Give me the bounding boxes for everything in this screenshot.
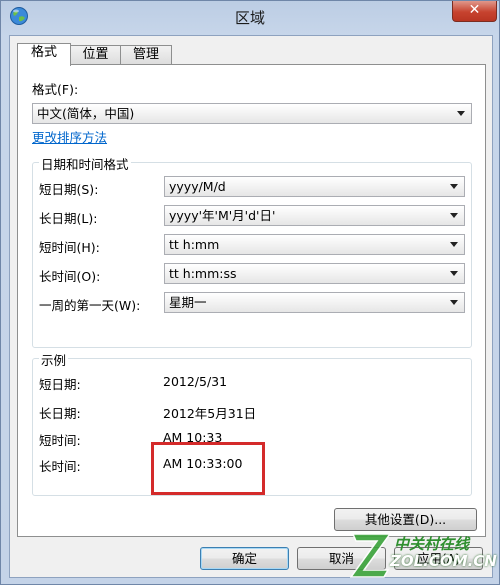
tab-administrative[interactable]: 管理 [120, 45, 172, 65]
chevron-down-icon [450, 242, 458, 247]
change-sort-link[interactable]: 更改排序方法 [32, 127, 107, 146]
format-label: 格式(F): [32, 82, 79, 97]
short-time-value: tt h:mm [169, 237, 220, 252]
example-short-date-label: 短日期: [39, 377, 81, 392]
dialog-client: 格式 位置 管理 格式(F): 中文(简体，中国) 更改排序方法 日期和时间格式… [9, 35, 493, 578]
zol-watermark: 中关村在线 ZOL.COM.CN [350, 528, 500, 585]
format-tab-panel: 格式(F): 中文(简体，中国) 更改排序方法 日期和时间格式 短日期(S): … [17, 64, 486, 537]
long-date-value: yyyy'年'M'月'd'日' [169, 208, 276, 223]
region-dialog: 区域 ✕ 格式 位置 管理 格式(F): 中文(简体，中国) 更改排序方法 日期… [0, 0, 500, 585]
chevron-down-icon [450, 271, 458, 276]
long-time-dropdown[interactable]: tt h:mm:ss [164, 263, 465, 284]
long-date-label: 长日期(L): [39, 211, 98, 226]
format-dropdown[interactable]: 中文(简体，中国) [32, 103, 472, 124]
short-date-dropdown[interactable]: yyyy/M/d [164, 176, 465, 197]
first-day-dropdown[interactable]: 星期一 [164, 292, 465, 313]
long-time-label: 长时间(O): [39, 269, 101, 284]
format-value: 中文(简体，中国) [37, 106, 135, 121]
example-short-date-value: 2012/5/31 [163, 374, 228, 389]
example-long-time-label: 长时间: [39, 459, 81, 474]
tab-format[interactable]: 格式 [17, 43, 71, 66]
close-button[interactable]: ✕ [452, 1, 497, 22]
first-day-label: 一周的第一天(W): [39, 298, 141, 313]
short-date-label: 短日期(S): [39, 182, 99, 197]
tab-location[interactable]: 位置 [70, 45, 121, 65]
example-short-time-label: 短时间: [39, 433, 81, 448]
chevron-down-icon [457, 111, 465, 116]
datetime-format-group: 日期和时间格式 短日期(S): yyyy/M/d 长日期(L): yyyy'年'… [32, 154, 472, 348]
watermark-en: ZOL.COM.CN [390, 552, 497, 570]
example-group-title: 示例 [39, 350, 69, 369]
chevron-down-icon [450, 213, 458, 218]
zol-logo-icon [350, 533, 392, 578]
time-highlight-box [151, 442, 265, 495]
example-long-date-value: 2012年5月31日 [163, 406, 257, 421]
chevron-down-icon [450, 184, 458, 189]
first-day-value: 星期一 [169, 295, 207, 310]
long-date-dropdown[interactable]: yyyy'年'M'月'd'日' [164, 205, 465, 226]
datetime-group-title: 日期和时间格式 [39, 154, 131, 173]
watermark-cn: 中关村在线 [394, 535, 470, 553]
chevron-down-icon [450, 300, 458, 305]
short-time-label: 短时间(H): [39, 240, 100, 255]
title-bar[interactable]: 区域 ✕ [1, 1, 499, 35]
long-time-value: tt h:mm:ss [169, 266, 237, 281]
close-icon: ✕ [468, 2, 481, 18]
ok-button[interactable]: 确定 [200, 547, 289, 570]
window-title: 区域 [234, 9, 265, 27]
short-time-dropdown[interactable]: tt h:mm [164, 234, 465, 255]
example-long-date-label: 长日期: [39, 406, 81, 421]
short-date-value: yyyy/M/d [169, 179, 226, 194]
